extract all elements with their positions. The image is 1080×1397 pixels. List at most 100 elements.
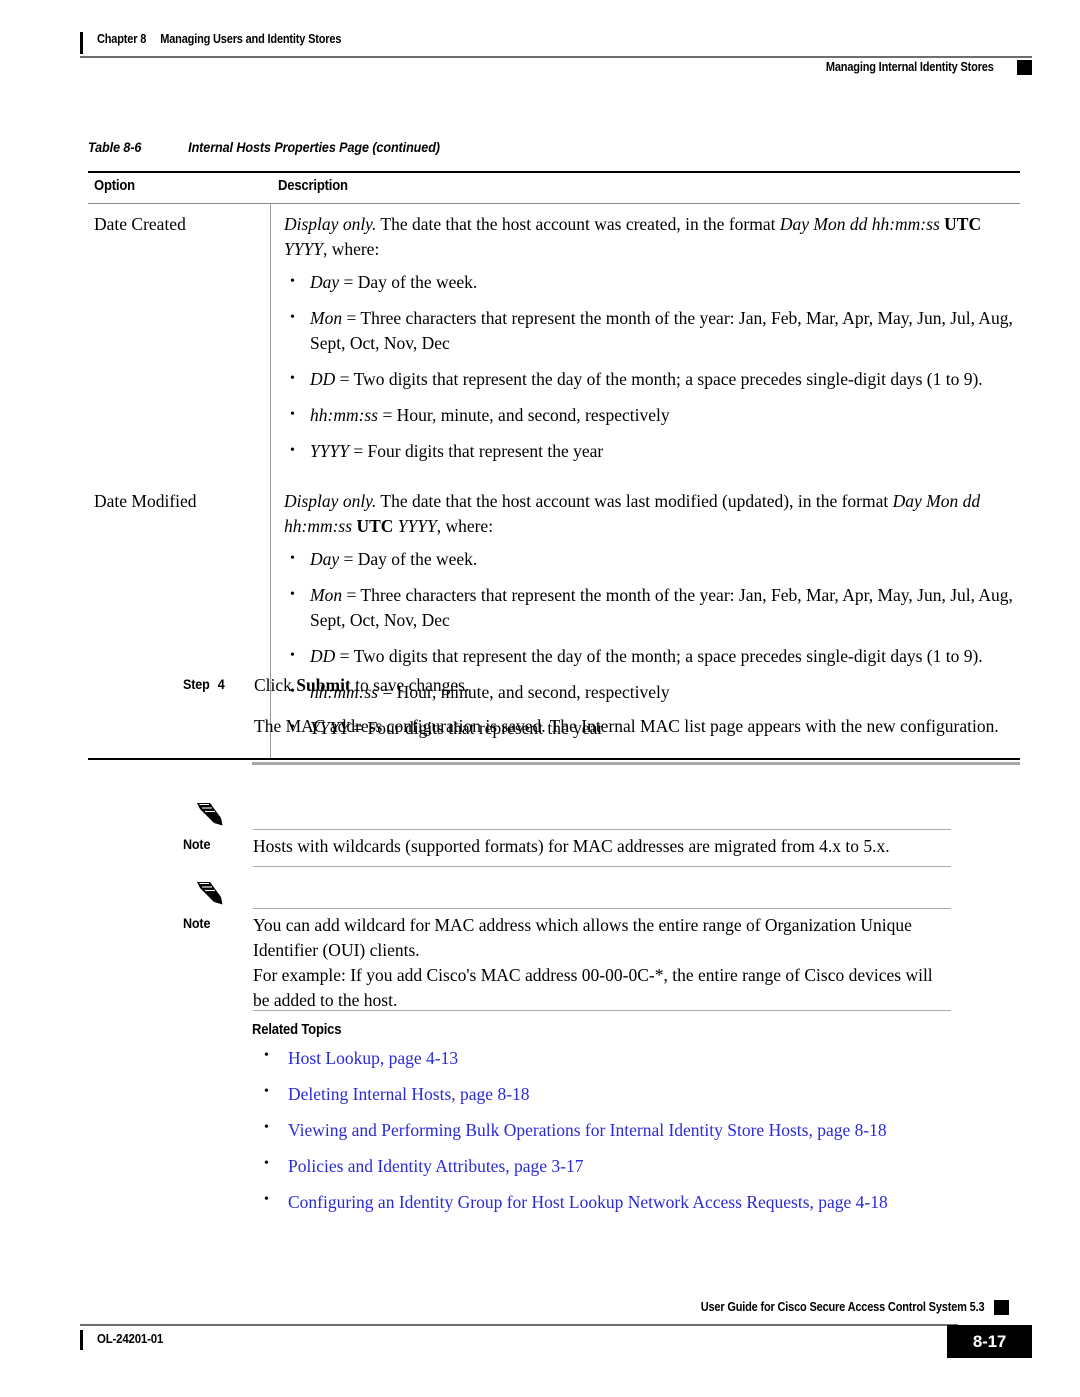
note-body: You can add wildcard for MAC address whi… xyxy=(253,913,953,1013)
bullet-text: = Two digits that represent the day of t… xyxy=(335,369,983,390)
list-item: Day = Day of the week. xyxy=(284,269,1016,295)
submit-button-reference: Submit xyxy=(296,675,351,695)
note-rule-bottom xyxy=(253,866,951,868)
intro-lead-italic: Display only. xyxy=(284,491,377,512)
bullet-text: = Day of the week. xyxy=(339,272,478,293)
footer-page-number: 8-17 xyxy=(972,1332,1007,1351)
column-header-option: Option xyxy=(94,178,135,195)
intro-text-2: , where: xyxy=(436,516,494,537)
intro-year-italic: YYYY xyxy=(397,516,437,537)
bullet-term: Mon xyxy=(310,308,343,329)
related-link-bulk-operations[interactable]: Viewing and Performing Bulk Operations f… xyxy=(288,1120,887,1140)
list-item: DD = Two digits that represent the day o… xyxy=(284,366,1016,392)
row-option-date-created: Date Created xyxy=(94,214,186,235)
note-paragraph: For example: If you add Cisco's MAC addr… xyxy=(253,965,933,1010)
list-item: Day = Day of the week. xyxy=(284,546,1016,572)
list-item: DD = Two digits that represent the day o… xyxy=(284,643,1016,669)
step-block: Step 4 Click Submit to save changes. The … xyxy=(183,673,1033,755)
intro-utc-bold: UTC xyxy=(939,214,982,235)
header-section-title: Managing Internal Identity Stores xyxy=(826,60,994,74)
step-instruction-post: to save changes. xyxy=(350,675,470,695)
note-body: Hosts with wildcards (supported formats)… xyxy=(253,834,953,859)
document-page: Chapter 8 Managing Users and Identity Sto… xyxy=(0,0,1080,1397)
header-chapter-title: Managing Users and Identity Stores xyxy=(160,32,342,46)
pencil-icon xyxy=(195,879,229,909)
row-option-date-modified: Date Modified xyxy=(94,491,197,512)
header-change-bar xyxy=(80,32,83,54)
bullet-text: = Hour, minute, and second, respectively xyxy=(378,405,670,426)
list-item: Deleting Internal Hosts, page 8-18 xyxy=(252,1081,1032,1107)
footer-doc-number: OL-24201-01 xyxy=(97,1331,164,1346)
intro-text-1: The date that the host account was last … xyxy=(376,491,893,512)
related-link-host-lookup[interactable]: Host Lookup, page 4-13 xyxy=(288,1048,458,1068)
bullet-term: hh:mm:ss xyxy=(310,405,379,426)
page-header: Chapter 8 Managing Users and Identity Sto… xyxy=(80,30,1032,82)
internal-hosts-properties-table: Option Description Date Created Display … xyxy=(88,171,1020,761)
footer-change-bar xyxy=(80,1330,83,1350)
list-item: YYYY = Four digits that represent the ye… xyxy=(284,438,1016,464)
table-caption-label: Table 8-6 xyxy=(88,139,142,155)
related-link-policies-identity-attributes[interactable]: Policies and Identity Attributes, page 3… xyxy=(288,1156,584,1176)
step-label: Step 4 xyxy=(183,676,225,692)
step-instruction-pre: Click xyxy=(254,675,297,695)
related-topics-list: Host Lookup, page 4-13 Deleting Internal… xyxy=(252,1045,1032,1215)
intro-text-1: The date that the host account was creat… xyxy=(376,214,780,235)
intro-utc-bold: UTC xyxy=(352,516,398,537)
header-rule xyxy=(80,56,1032,58)
list-item: Mon = Three characters that represent th… xyxy=(284,582,1016,633)
step-body: Click Submit to save changes. The MAC ad… xyxy=(254,673,1033,739)
bullet-term: DD xyxy=(310,369,336,390)
list-item: Configuring an Identity Group for Host L… xyxy=(252,1189,1032,1215)
list-item: Host Lookup, page 4-13 xyxy=(252,1045,1032,1071)
note-label: Note xyxy=(183,915,211,931)
footer-square-marker xyxy=(994,1300,1009,1315)
table-bottom-border xyxy=(88,758,1020,761)
note-paragraph: You can add wildcard for MAC address whi… xyxy=(253,915,912,960)
related-topics-title: Related Topics xyxy=(252,1022,342,1038)
intro-lead-italic: Display only. xyxy=(284,214,377,235)
list-item: Mon = Three characters that represent th… xyxy=(284,305,1016,356)
related-link-identity-group-host-lookup[interactable]: Configuring an Identity Group for Host L… xyxy=(288,1192,888,1212)
bullet-term: Day xyxy=(310,272,340,293)
bullet-term: YYYY xyxy=(310,441,349,462)
note-paragraph: Hosts with wildcards (supported formats)… xyxy=(253,836,890,856)
step-word: Step xyxy=(183,676,210,692)
footer-rule xyxy=(80,1324,958,1326)
step-instruction: Click Submit to save changes. xyxy=(254,673,1033,698)
footer-guide-title: User Guide for Cisco Secure Access Contr… xyxy=(700,1300,984,1314)
table-row: Date Created Display only. The date that… xyxy=(88,204,1020,482)
note-rule-top xyxy=(253,829,951,831)
bullet-term: DD xyxy=(310,646,336,667)
list-item: Policies and Identity Attributes, page 3… xyxy=(252,1153,1032,1179)
intro-year-italic: YYYY xyxy=(284,239,323,260)
bullet-text: = Two digits that represent the day of t… xyxy=(335,646,983,667)
header-square-marker xyxy=(1017,60,1032,75)
description-bullet-list: Day = Day of the week. Mon = Three chara… xyxy=(284,269,1016,464)
bullet-text: = Three characters that represent the mo… xyxy=(310,585,1013,631)
bullet-text: = Day of the week. xyxy=(339,549,478,570)
related-link-deleting-internal-hosts[interactable]: Deleting Internal Hosts, page 8-18 xyxy=(288,1084,530,1104)
row-description-date-created: Display only. The date that the host acc… xyxy=(284,204,1020,481)
description-intro: Display only. The date that the host acc… xyxy=(284,489,1016,539)
list-item: Viewing and Performing Bulk Operations f… xyxy=(252,1117,1032,1143)
bullet-term: Mon xyxy=(310,585,343,606)
note-label: Note xyxy=(183,836,211,852)
header-chapter-label: Chapter 8 xyxy=(97,32,147,46)
bullet-term: Day xyxy=(310,549,340,570)
intro-format-italic: Day Mon dd hh:mm:ss xyxy=(779,214,940,235)
pencil-icon xyxy=(195,800,229,830)
list-item: hh:mm:ss = Hour, minute, and second, res… xyxy=(284,402,1016,428)
step-section-rule xyxy=(252,762,1020,765)
table-header-row: Option Description xyxy=(88,173,1020,203)
page-footer: User Guide for Cisco Secure Access Contr… xyxy=(80,1300,1032,1360)
header-chapter: Chapter 8 Managing Users and Identity Sto… xyxy=(97,32,341,46)
bullet-text: = Three characters that represent the mo… xyxy=(310,308,1013,354)
description-intro: Display only. The date that the host acc… xyxy=(284,212,1016,262)
column-header-description: Description xyxy=(278,178,348,195)
note-rule-top xyxy=(253,908,951,910)
intro-text-2: , where: xyxy=(322,239,380,260)
note-rule-bottom xyxy=(253,1010,951,1012)
bullet-text: = Four digits that represent the year xyxy=(348,441,604,462)
step-number: 4 xyxy=(217,676,225,692)
table-caption-title: Internal Hosts Properties Page (continue… xyxy=(188,139,440,155)
